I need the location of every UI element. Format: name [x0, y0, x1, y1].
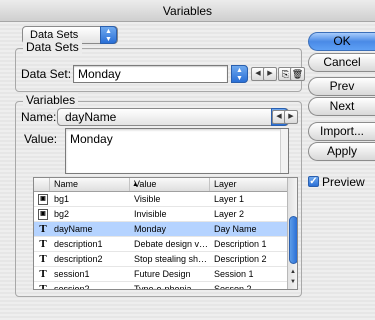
cell-name: description2: [54, 254, 103, 264]
value-textarea[interactable]: Monday: [65, 128, 289, 174]
value-label: Value:: [24, 132, 58, 146]
cell-name: bg1: [54, 194, 70, 204]
next-button[interactable]: Next: [308, 97, 375, 116]
table-scrollbar[interactable]: ▲ ▼: [287, 178, 297, 289]
textarea-scrollbar[interactable]: [280, 129, 288, 173]
delete-data-set-button[interactable]: 🗑: [290, 67, 305, 81]
text-variable-icon: T: [39, 253, 47, 265]
cell-layer: Sesson 2: [214, 284, 252, 290]
name-label: Name:: [21, 110, 57, 124]
table-row[interactable]: Tsession1 Future Design Session 1: [34, 267, 287, 282]
cell-value: Debate design visionarie...: [134, 239, 210, 249]
table-row[interactable]: Tdescription1 Debate design visionarie...…: [34, 237, 287, 252]
table-header: Name ▲ Value Layer: [34, 178, 287, 192]
popup-arrows-icon: ▲▼: [100, 26, 117, 44]
variable-name-popup[interactable]: dayName ▲▼: [57, 108, 289, 126]
cell-name: bg2: [54, 209, 70, 219]
column-layer-label: Layer: [214, 179, 237, 189]
data-set-next-button[interactable]: ▶: [263, 67, 277, 81]
window-title: Variables: [0, 0, 375, 22]
column-name-label: Name: [54, 179, 79, 189]
cell-value: Type-o-phenia: [134, 284, 192, 290]
cell-name: session1: [54, 269, 90, 279]
table-row[interactable]: ▣ bg1 Visible Layer 1: [34, 192, 287, 207]
prev-button[interactable]: Prev: [308, 77, 375, 96]
dialog-body: Data Sets ▲ ▼ Data Sets Data Set: Monday …: [0, 22, 375, 320]
cell-name: session2: [54, 284, 90, 290]
import-button[interactable]: Import...: [308, 122, 375, 141]
column-header-value[interactable]: Value: [130, 178, 210, 191]
cell-name: dayName: [54, 224, 93, 234]
variable-name-value: dayName: [65, 110, 117, 124]
cell-layer: Description 2: [214, 254, 267, 264]
data-set-popup[interactable]: ▲ ▼: [231, 65, 248, 83]
table-row[interactable]: Tsession2 Type-o-phenia Sesson 2: [34, 282, 287, 290]
scroll-down-icon[interactable]: ▼: [288, 277, 297, 287]
cell-layer: Layer 1: [214, 194, 245, 204]
text-variable-icon: T: [39, 238, 47, 250]
image-variable-icon: ▣: [38, 194, 48, 205]
variables-legend: Variables: [23, 93, 79, 107]
image-variable-icon: ▣: [38, 209, 48, 220]
variable-next-button[interactable]: ▶: [284, 110, 298, 124]
column-header-name[interactable]: Name ▲: [50, 178, 139, 191]
value-text: Monday: [70, 132, 113, 146]
cell-value: Stop stealing sheep & le...: [134, 254, 210, 264]
ok-button[interactable]: OK: [308, 32, 375, 51]
cancel-button[interactable]: Cancel: [308, 53, 375, 72]
checkmark-icon[interactable]: ✓: [308, 176, 319, 187]
popup-arrows-icon: ▲▼: [231, 65, 248, 83]
text-variable-icon: T: [39, 283, 47, 290]
column-value-label: Value: [134, 179, 157, 189]
cell-name: description1: [54, 239, 103, 249]
data-set-field[interactable]: Monday: [73, 65, 228, 83]
text-variable-icon: T: [39, 223, 47, 235]
text-variable-icon: T: [39, 268, 47, 280]
column-header-layer[interactable]: Layer: [210, 178, 287, 191]
cell-layer: Day Name: [214, 224, 257, 234]
data-set-label: Data Set:: [21, 67, 72, 81]
cell-value: Monday: [134, 224, 167, 234]
cell-layer: Description 1: [214, 239, 267, 249]
cell-layer: Session 1: [214, 269, 254, 279]
cell-value: Invisible: [134, 209, 167, 219]
preview-label: Preview: [322, 175, 365, 189]
data-sets-legend: Data Sets: [23, 40, 82, 54]
apply-button[interactable]: Apply: [308, 142, 375, 161]
cell-value: Future Design: [134, 269, 191, 279]
table-row[interactable]: ▣ bg2 Invisible Layer 2: [34, 207, 287, 222]
variables-table: Name ▲ Value Layer ▣ bg1 Visible Layer 1 ▣ bg…: [33, 177, 298, 290]
scroll-up-icon[interactable]: ▲: [288, 267, 297, 277]
table-row[interactable]: Tdescription2 Stop stealing sheep & le...…: [34, 252, 287, 267]
table-row[interactable]: TdayName Monday Day Name: [34, 222, 287, 237]
column-header-type[interactable]: [34, 178, 50, 191]
cell-value: Visible: [134, 194, 161, 204]
cell-layer: Layer 2: [214, 209, 245, 219]
scrollbar-thumb[interactable]: [289, 216, 297, 264]
